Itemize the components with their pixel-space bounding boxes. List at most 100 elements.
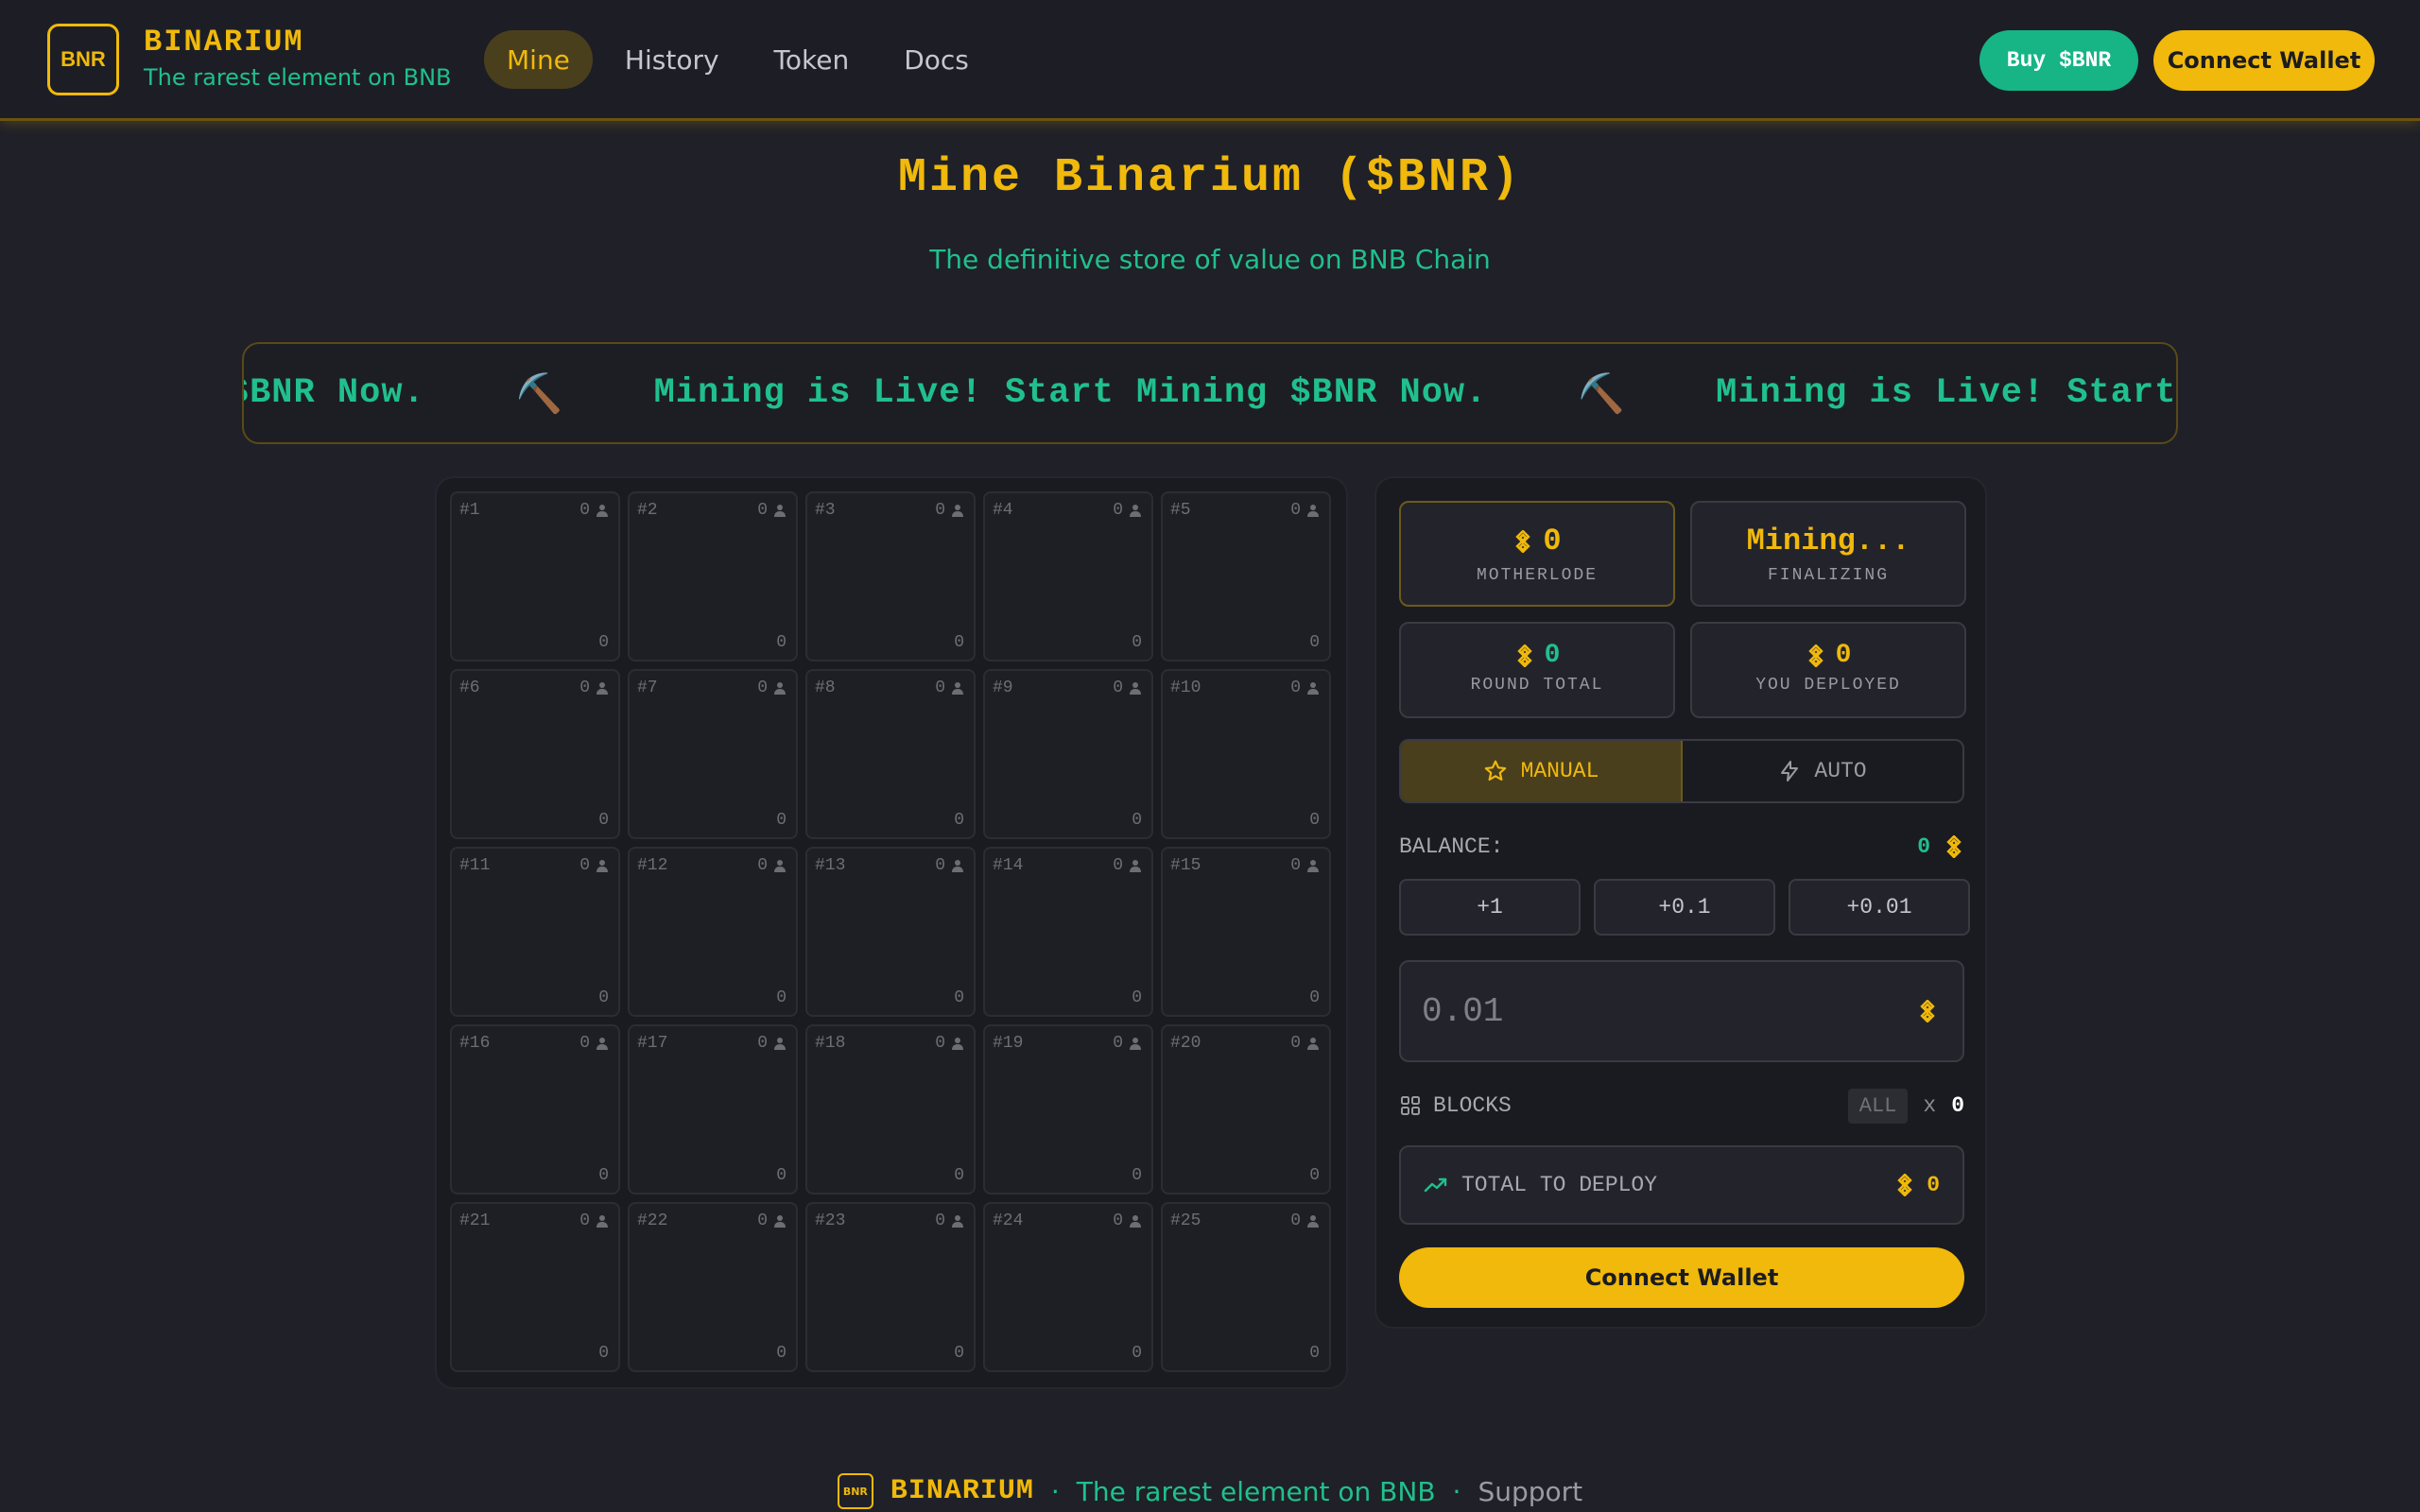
page-subtitle: The definitive store of value on BNB Cha… — [929, 244, 1491, 275]
block-cell[interactable]: #20 0 0 — [1161, 1024, 1331, 1194]
total-value-group: 0 — [1894, 1173, 1940, 1197]
amount-input[interactable] — [1422, 962, 1876, 1060]
block-cell[interactable]: #2 0 0 — [628, 491, 798, 662]
person-icon — [1307, 1215, 1319, 1228]
block-cell[interactable]: #4 0 0 — [983, 491, 1153, 662]
trending-up-icon — [1424, 1177, 1447, 1193]
lightning-icon — [1781, 761, 1799, 782]
bnb-icon — [1807, 644, 1824, 667]
block-amount: 0 — [1132, 633, 1142, 652]
block-cell[interactable]: #18 0 0 — [805, 1024, 976, 1194]
block-cell[interactable]: #8 0 0 — [805, 669, 976, 839]
select-all-blocks-button[interactable]: ALL — [1847, 1088, 1909, 1124]
nav-history[interactable]: History — [602, 30, 742, 89]
balance-value: 0 — [1917, 834, 1930, 859]
connect-wallet-header-button[interactable]: Connect Wallet — [2153, 30, 2375, 91]
footer: BNR BINARIUM · The rarest element on BNB… — [0, 1470, 2420, 1512]
block-amount: 0 — [776, 1344, 786, 1363]
block-amount: 0 — [1309, 811, 1320, 830]
block-cell[interactable]: #5 0 0 — [1161, 491, 1331, 662]
person-icon — [1130, 860, 1141, 872]
nav-token[interactable]: Token — [752, 30, 873, 89]
block-amount: 0 — [776, 1166, 786, 1185]
add-0-1-button[interactable]: +0.1 — [1594, 879, 1775, 936]
block-cell[interactable]: #24 0 0 — [983, 1202, 1153, 1372]
footer-tagline: The rarest element on BNB — [1076, 1475, 1436, 1507]
blocks-row: BLOCKS ALL x 0 — [1399, 1087, 1964, 1125]
blocks-multiplier: x — [1923, 1093, 1937, 1118]
block-miner-count: 0 — [1290, 856, 1301, 875]
block-amount: 0 — [1132, 1344, 1142, 1363]
total-label: TOTAL TO DEPLOY — [1461, 1173, 1658, 1197]
block-cell[interactable]: #19 0 0 — [983, 1024, 1153, 1194]
increment-buttons: +1 +0.1 +0.01 — [1399, 879, 1970, 936]
block-miners: 0 — [1290, 856, 1320, 875]
announcement-ticker: Mining is Live! Start Mining $BNR Now. ⛏… — [242, 342, 2178, 444]
block-cell[interactable]: #6 0 0 — [450, 669, 620, 839]
block-id: #1 — [459, 501, 480, 520]
nav-mine[interactable]: Mine — [484, 30, 593, 89]
block-miner-count: 0 — [935, 679, 945, 697]
connect-wallet-button[interactable]: Connect Wallet — [1399, 1247, 1964, 1308]
add-0-01-button[interactable]: +0.01 — [1789, 879, 1970, 936]
block-cell[interactable]: #10 0 0 — [1161, 669, 1331, 839]
block-miners: 0 — [935, 679, 964, 697]
block-miner-count: 0 — [935, 1034, 945, 1053]
block-id: #10 — [1170, 679, 1201, 697]
balance-value-group: 0 — [1917, 834, 1964, 859]
block-cell[interactable]: #16 0 0 — [450, 1024, 620, 1194]
star-icon — [1484, 760, 1506, 782]
block-cell[interactable]: #7 0 0 — [628, 669, 798, 839]
block-id: #25 — [1170, 1211, 1201, 1230]
buy-bnr-button[interactable]: Buy $BNR — [1979, 30, 2138, 91]
block-miner-count: 0 — [935, 856, 945, 875]
block-grid-panel: #1 0 0 #2 0 0 #3 0 0 #4 0 0 #5 0 0 #6 0 0 #7 0 0 #8 0 0 #9 0 0 #10 0… — [435, 476, 1348, 1389]
person-icon — [952, 1215, 963, 1228]
block-cell[interactable]: #21 0 0 — [450, 1202, 620, 1372]
block-cell[interactable]: #13 0 0 — [805, 847, 976, 1017]
block-cell[interactable]: #1 0 0 — [450, 491, 620, 662]
support-link[interactable]: Support — [1478, 1476, 1582, 1507]
block-cell[interactable]: #15 0 0 — [1161, 847, 1331, 1017]
person-icon — [1130, 1038, 1141, 1050]
block-id: #7 — [637, 679, 658, 697]
block-amount: 0 — [954, 1166, 964, 1185]
block-id: #5 — [1170, 501, 1191, 520]
total-to-deploy: TOTAL TO DEPLOY 0 — [1399, 1145, 1964, 1225]
top-header: BNR BINARIUM The rarest element on BNB M… — [0, 0, 2420, 121]
logo[interactable]: BNR — [47, 24, 119, 95]
block-amount: 0 — [1132, 811, 1142, 830]
block-cell[interactable]: #22 0 0 — [628, 1202, 798, 1372]
block-cell[interactable]: #11 0 0 — [450, 847, 620, 1017]
block-amount: 0 — [776, 988, 786, 1007]
you-deployed-value: 0 — [1835, 641, 1852, 670]
auto-mode-tab[interactable]: AUTO — [1683, 741, 1962, 801]
you-deployed-value-row: 0 — [1692, 624, 1964, 670]
block-miners: 0 — [935, 1034, 964, 1053]
add-1-button[interactable]: +1 — [1399, 879, 1581, 936]
block-miners: 0 — [1113, 1034, 1142, 1053]
block-id: #22 — [637, 1211, 668, 1230]
block-cell[interactable]: #3 0 0 — [805, 491, 976, 662]
person-icon — [1307, 1038, 1319, 1050]
block-cell[interactable]: #12 0 0 — [628, 847, 798, 1017]
block-cell[interactable]: #14 0 0 — [983, 847, 1153, 1017]
block-cell[interactable]: #9 0 0 — [983, 669, 1153, 839]
round-total-value: 0 — [1544, 641, 1561, 670]
block-amount: 0 — [1309, 988, 1320, 1007]
block-miner-count: 0 — [1113, 1211, 1123, 1230]
person-icon — [1130, 505, 1141, 517]
pickaxe-icon: ⛏️ — [1578, 371, 1626, 416]
ticker-text: Mining is Live! Start Mining $BNR Now. — [653, 373, 1488, 413]
brand-tagline: The rarest element on BNB — [144, 64, 452, 91]
block-miners: 0 — [935, 856, 964, 875]
block-cell[interactable]: #25 0 0 — [1161, 1202, 1331, 1372]
manual-mode-label: MANUAL — [1520, 759, 1599, 783]
person-icon — [596, 860, 608, 872]
footer-separator: · — [1050, 1475, 1060, 1507]
manual-mode-tab[interactable]: MANUAL — [1401, 741, 1683, 801]
block-cell[interactable]: #17 0 0 — [628, 1024, 798, 1194]
block-cell[interactable]: #23 0 0 — [805, 1202, 976, 1372]
person-icon — [952, 682, 963, 695]
nav-docs[interactable]: Docs — [881, 30, 992, 89]
